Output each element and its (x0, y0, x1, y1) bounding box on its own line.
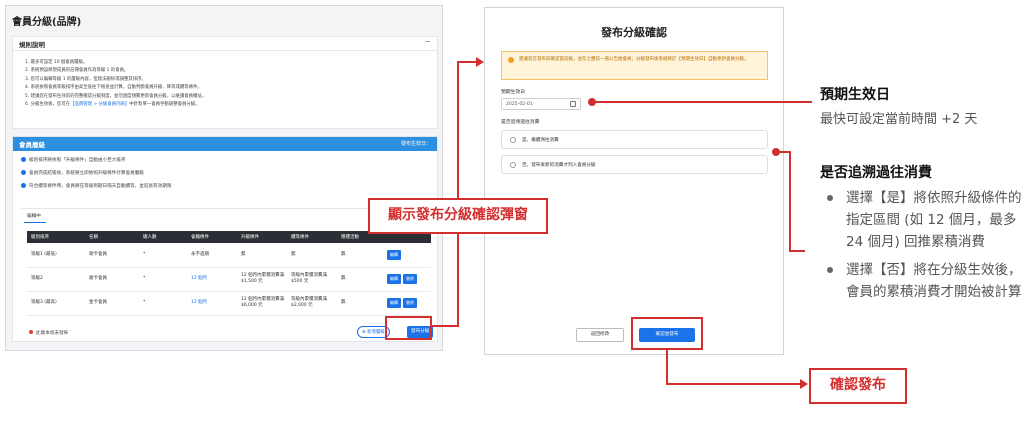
tutorial-stage: 會員分級(品牌) 規則說明 − 1. 最多可設定 10 個會員層級。 2. 系統… (0, 0, 1024, 428)
connector-retro (776, 151, 805, 252)
callout-show-modal: 顯示發布分級確認彈窗 (368, 198, 548, 234)
callout-bullet: 選擇【是】將依照升級條件的指定區間 (如 12 個月，最多 24 個月) 回推累… (822, 187, 1022, 253)
connector-publish (432, 61, 476, 327)
callout-retro-title: 是否追溯過往消費 (820, 165, 932, 181)
callout-date-title: 預期生效日 (820, 87, 890, 103)
callout-retro-list: 選擇【是】將依照升級條件的指定區間 (如 12 個月，最多 24 個月) 回推累… (822, 187, 1022, 309)
connector-confirm (666, 350, 800, 385)
arrow-head (800, 379, 808, 389)
callout-confirm-publish: 確認發布 (809, 368, 907, 404)
callout-date-desc: 最快可設定當前時間 +2 天 (820, 112, 978, 127)
callout-bullet: 選擇【否】將在分級生效後，會員的累積消費才開始被計算 (822, 259, 1022, 303)
arrow-head (476, 57, 484, 67)
retro-dot (772, 148, 780, 156)
date-dot (588, 98, 596, 106)
